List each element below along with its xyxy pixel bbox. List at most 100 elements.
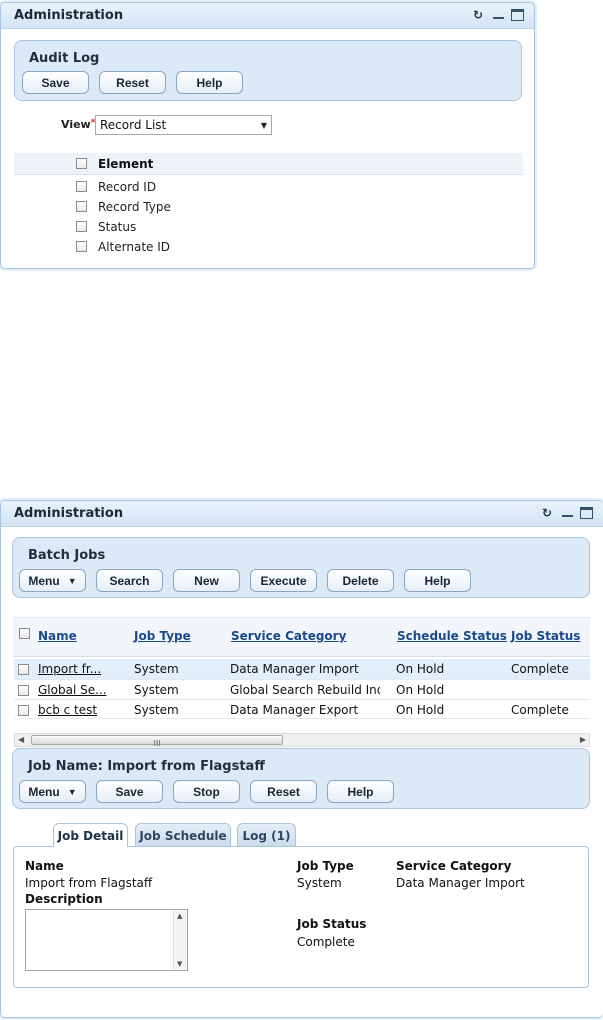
service-category-cell: Data Manager Export — [230, 703, 359, 717]
row-checkbox[interactable] — [18, 664, 29, 675]
element-label: Alternate ID — [98, 240, 170, 254]
scroll-down-arrow-icon[interactable]: ▼ — [177, 960, 182, 968]
job-stop-button[interactable]: Stop — [173, 780, 240, 803]
window-titlebar[interactable]: Administration ↻ — [1, 3, 534, 29]
select-all-checkbox[interactable] — [19, 628, 30, 639]
job-status-label: Job Status — [297, 917, 367, 931]
job-menu-button[interactable]: Menu ▼ — [19, 780, 86, 803]
schedule-status-cell: On Hold — [396, 683, 445, 697]
job-type-label: Job Type — [297, 859, 354, 873]
job-status-cell: Complete — [511, 703, 569, 717]
job-reset-button[interactable]: Reset — [250, 780, 317, 803]
window-titlebar[interactable]: Administration ↻ — [1, 501, 603, 527]
job-type-value: System — [297, 876, 342, 890]
column-header-schedule-status[interactable]: Schedule Status — [397, 629, 507, 643]
textarea-scrollbar[interactable]: ▲ ▼ — [173, 910, 187, 970]
window-title: Administration — [14, 8, 124, 23]
list-item: Record ID — [14, 178, 414, 198]
description-textarea[interactable]: ▲ ▼ — [25, 909, 188, 971]
help-button[interactable]: Help — [176, 71, 243, 94]
job-name-link[interactable]: Global Se... — [38, 683, 122, 697]
element-checkbox[interactable] — [76, 221, 87, 232]
maximize-icon[interactable] — [511, 9, 524, 21]
element-header: Element — [98, 157, 154, 171]
save-button[interactable]: Save — [22, 71, 89, 94]
name-value: Import from Flagstaff — [25, 876, 153, 890]
job-name-title: Job Name: Import from Flagstaff — [28, 759, 265, 774]
delete-button[interactable]: Delete — [327, 569, 394, 592]
batch-jobs-panel: Batch Jobs Menu ▼ Search New Execute Del… — [12, 537, 590, 598]
schedule-status-cell: On Hold — [396, 703, 445, 717]
dropdown-arrow-icon: ▼ — [260, 120, 267, 130]
window-controls: ↻ — [473, 9, 524, 21]
description-label: Description — [25, 892, 103, 906]
job-name-link[interactable]: bcb c test — [38, 703, 122, 717]
list-item: Record Type — [14, 198, 414, 218]
tab-job-detail[interactable]: Job Detail — [53, 823, 128, 847]
reset-button[interactable]: Reset — [99, 71, 166, 94]
execute-button[interactable]: Execute — [250, 569, 317, 592]
scroll-thumb[interactable]: III — [31, 735, 283, 748]
column-header-service-category[interactable]: Service Category — [231, 629, 346, 643]
job-type-cell: System — [134, 703, 179, 717]
view-label: View* — [61, 118, 96, 131]
scroll-up-arrow-icon[interactable]: ▲ — [177, 912, 182, 920]
table-row[interactable]: bcb c test System Data Manager Export On… — [14, 699, 590, 719]
audit-log-window: Administration ↻ Audit Log Save Reset He… — [0, 2, 535, 269]
service-category-label: Service Category — [396, 859, 512, 873]
scroll-right-arrow-icon[interactable]: ▶ — [580, 735, 586, 744]
row-checkbox[interactable] — [18, 685, 29, 696]
tab-job-schedule[interactable]: Job Schedule — [135, 823, 231, 847]
view-select-value: Record List — [100, 118, 167, 132]
job-type-cell: System — [134, 662, 179, 676]
table-row[interactable]: Import fr... System Data Manager Import … — [14, 659, 590, 679]
scroll-grip: III — [153, 739, 161, 748]
menu-button-label: Menu — [28, 784, 60, 799]
select-all-checkbox[interactable] — [76, 158, 87, 169]
scroll-left-arrow-icon[interactable]: ◀ — [18, 735, 24, 744]
minimize-icon[interactable] — [492, 9, 505, 21]
service-category-cell: Global Search Rebuild Index — [230, 683, 380, 697]
tab-log[interactable]: Log (1) — [237, 823, 296, 847]
menu-button-label: Menu — [28, 573, 60, 588]
row-checkbox[interactable] — [18, 705, 29, 716]
column-header-name[interactable]: Name — [38, 629, 77, 643]
menu-caret-icon: ▼ — [67, 786, 77, 797]
column-header-job-type[interactable]: Job Type — [134, 629, 191, 643]
element-label: Record Type — [98, 200, 171, 214]
job-type-cell: System — [134, 683, 179, 697]
minimize-icon[interactable] — [561, 507, 574, 519]
job-status-cell: Complete — [511, 662, 569, 676]
search-button[interactable]: Search — [96, 569, 163, 592]
maximize-icon[interactable] — [580, 507, 593, 519]
menu-button[interactable]: Menu ▼ — [19, 569, 86, 592]
element-checkbox[interactable] — [76, 201, 87, 212]
list-item: Status — [14, 218, 414, 238]
column-header-job-status[interactable]: Job Status — [511, 629, 580, 643]
name-label: Name — [25, 859, 64, 873]
element-checkbox[interactable] — [76, 181, 87, 192]
horizontal-scrollbar[interactable]: ◀ III ▶ — [14, 733, 590, 748]
menu-caret-icon: ▼ — [67, 575, 77, 586]
job-save-button[interactable]: Save — [96, 780, 163, 803]
job-status-value: Complete — [297, 935, 355, 949]
view-select[interactable]: Record List ▼ — [95, 115, 272, 135]
refresh-icon[interactable]: ↻ — [542, 507, 555, 519]
element-checkbox[interactable] — [76, 241, 87, 252]
new-button[interactable]: New — [173, 569, 240, 592]
panel-title: Audit Log — [29, 51, 100, 66]
list-item: Alternate ID — [14, 238, 414, 258]
element-label: Status — [98, 220, 137, 234]
element-header-row: Element — [14, 153, 523, 175]
window-controls: ↻ — [542, 507, 593, 519]
window-title: Administration — [14, 506, 124, 521]
job-help-button[interactable]: Help — [327, 780, 394, 803]
refresh-icon[interactable]: ↻ — [473, 9, 486, 21]
element-label: Record ID — [98, 180, 157, 194]
job-name-link[interactable]: Import fr... — [38, 662, 122, 676]
help-button[interactable]: Help — [404, 569, 471, 592]
service-category-cell: Data Manager Import — [230, 662, 359, 676]
service-category-value: Data Manager Import — [396, 876, 525, 890]
table-row[interactable]: Global Se... System Global Search Rebuil… — [14, 679, 590, 699]
panel-title: Batch Jobs — [28, 548, 106, 563]
